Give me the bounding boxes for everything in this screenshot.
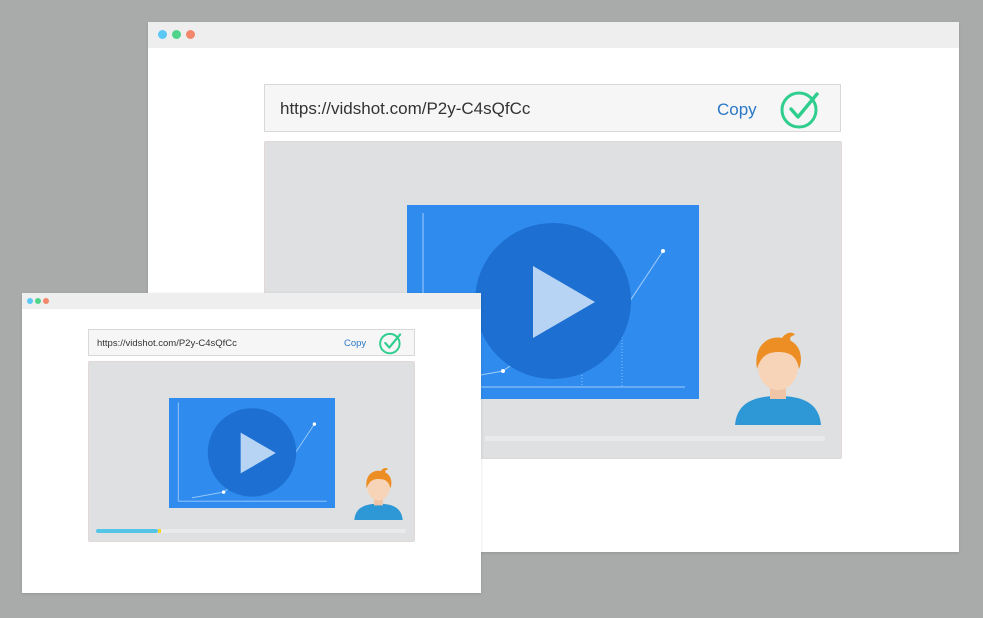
maximize-dot[interactable]: [186, 30, 195, 39]
avatar-icon: [735, 332, 821, 425]
close-dot[interactable]: [27, 298, 33, 304]
progress-handle[interactable]: [158, 529, 161, 533]
check-circle-icon: [780, 91, 819, 129]
title-bar: [148, 22, 959, 48]
minimize-dot[interactable]: [172, 30, 181, 39]
copy-button[interactable]: Copy: [717, 100, 757, 120]
video-screen[interactable]: [169, 398, 335, 508]
copy-button[interactable]: Copy: [344, 338, 366, 349]
minimize-dot[interactable]: [35, 298, 41, 304]
share-url-text[interactable]: https://vidshot.com/P2y-C4sQfCc: [280, 99, 530, 119]
share-url-text[interactable]: https://vidshot.com/P2y-C4sQfCc: [97, 338, 237, 349]
video-player: [88, 361, 415, 542]
video-progress-bar[interactable]: [96, 529, 406, 533]
browser-window-small: https://vidshot.com/P2y-C4sQfCc Copy: [22, 293, 481, 593]
avatar-icon: [354, 468, 403, 520]
maximize-dot[interactable]: [43, 298, 49, 304]
share-url-bar: https://vidshot.com/P2y-C4sQfCc Copy: [264, 84, 841, 132]
video-progress-bar[interactable]: [485, 436, 825, 441]
check-circle-icon: [379, 332, 402, 355]
video-thumbnail-graph: [177, 402, 327, 502]
close-dot[interactable]: [158, 30, 167, 39]
title-bar: [22, 293, 481, 309]
share-url-bar: https://vidshot.com/P2y-C4sQfCc Copy: [88, 329, 415, 356]
progress-fill: [96, 529, 158, 533]
